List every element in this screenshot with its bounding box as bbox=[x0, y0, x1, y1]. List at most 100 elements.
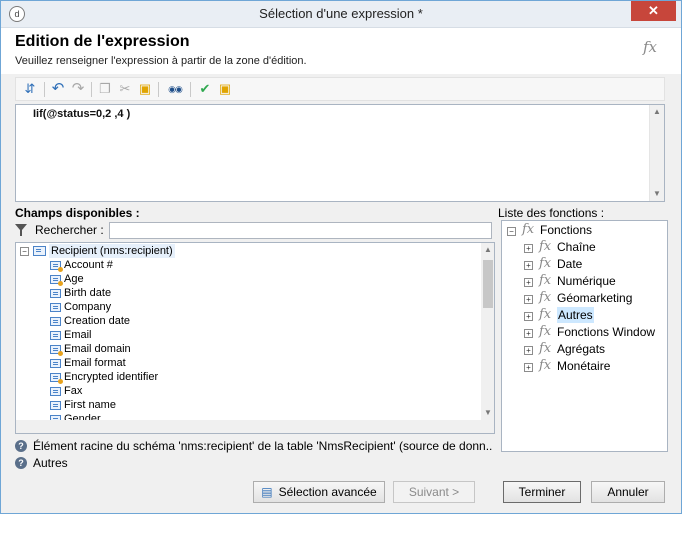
fx-icon: fx bbox=[522, 222, 535, 237]
fields-horizontal-scrollbar[interactable] bbox=[16, 420, 481, 433]
function-category[interactable]: Monétaire bbox=[557, 358, 610, 374]
tree-item[interactable]: First name bbox=[64, 398, 116, 412]
next-button[interactable]: Suivant > bbox=[393, 481, 475, 503]
paste-button[interactable]: ▣ bbox=[136, 80, 154, 98]
field-icon bbox=[50, 289, 61, 298]
tree-item[interactable]: Account # bbox=[64, 258, 113, 272]
header: Edition de l'expression Veuillez renseig… bbox=[1, 28, 681, 74]
expand-icon[interactable]: + bbox=[524, 244, 533, 253]
toolbar-separator bbox=[190, 82, 191, 97]
fx-icon: fx bbox=[539, 256, 552, 271]
fx-icon: fx bbox=[539, 307, 552, 322]
tree-item[interactable]: Age bbox=[64, 272, 84, 286]
close-button[interactable]: ✕ bbox=[631, 1, 676, 21]
function-category-selected[interactable]: Autres bbox=[557, 307, 594, 323]
scroll-thumb[interactable] bbox=[483, 260, 493, 308]
fx-icon: fx bbox=[539, 358, 552, 373]
tree-item[interactable]: Creation date bbox=[64, 314, 130, 328]
toolbar-separator bbox=[91, 82, 92, 97]
field-icon bbox=[50, 359, 61, 368]
key-icon bbox=[58, 351, 63, 356]
finish-button[interactable]: Terminer bbox=[503, 481, 581, 503]
function-category[interactable]: Agrégats bbox=[557, 341, 605, 357]
redo-button[interactable]: ↷ bbox=[69, 80, 87, 98]
help-icon: ? bbox=[15, 440, 27, 452]
function-category[interactable]: Chaîne bbox=[557, 239, 596, 255]
scroll-up-icon[interactable]: ▲ bbox=[650, 105, 664, 119]
tree-item[interactable]: Encrypted identifier bbox=[64, 370, 158, 384]
field-icon bbox=[50, 317, 61, 326]
field-icon bbox=[50, 331, 61, 340]
field-icon bbox=[50, 387, 61, 396]
undo-button[interactable]: ↶ bbox=[49, 80, 67, 98]
fields-label: Champs disponibles : bbox=[15, 206, 140, 220]
cut-button[interactable]: ✂ bbox=[116, 80, 134, 98]
tree-item[interactable]: Email format bbox=[64, 356, 126, 370]
editor-scrollbar[interactable]: ▲ ▼ bbox=[649, 105, 664, 201]
fields-vertical-scrollbar[interactable]: ▲ ▼ bbox=[481, 243, 494, 420]
page-title: Edition de l'expression bbox=[15, 33, 190, 50]
scroll-corner bbox=[481, 420, 494, 433]
fx-icon: fx bbox=[539, 324, 552, 339]
window-title: Sélection d'une expression * bbox=[259, 6, 423, 21]
expand-icon[interactable]: + bbox=[524, 329, 533, 338]
field-icon bbox=[50, 401, 61, 410]
collapse-icon[interactable]: − bbox=[507, 227, 516, 236]
fx-icon: fx bbox=[539, 341, 552, 356]
copy-button[interactable]: ❐ bbox=[96, 80, 114, 98]
dialog-window: d Sélection d'une expression * ✕ Edition… bbox=[0, 0, 682, 514]
fx-icon: fx bbox=[539, 239, 552, 254]
expand-icon[interactable]: + bbox=[524, 312, 533, 321]
functions-root[interactable]: Fonctions bbox=[540, 222, 592, 238]
tree-item[interactable]: Fax bbox=[64, 384, 82, 398]
page-subtitle: Veuillez renseigner l'expression à parti… bbox=[15, 55, 307, 67]
search-input[interactable] bbox=[109, 222, 492, 239]
function-category[interactable]: Fonctions Window bbox=[557, 324, 655, 340]
fx-icon: fx bbox=[539, 273, 552, 288]
paste-special-button[interactable]: ▣ bbox=[216, 80, 234, 98]
title-bar: d Sélection d'une expression * ✕ bbox=[1, 1, 681, 28]
collapse-icon[interactable]: − bbox=[20, 247, 29, 256]
fx-icon: fx bbox=[539, 290, 552, 305]
clipboard-icon: ▤ bbox=[261, 485, 273, 499]
field-icon bbox=[50, 303, 61, 312]
help-description: Élément racine du schéma 'nms:recipient'… bbox=[33, 439, 493, 453]
insert-field-button[interactable]: ⇵ bbox=[21, 80, 39, 98]
scroll-up-icon[interactable]: ▲ bbox=[481, 243, 494, 257]
toolbar: ⇵ ↶ ↷ ❐ ✂ ▣ ◉◉ ✔ ▣ bbox=[15, 77, 665, 101]
key-icon bbox=[58, 281, 63, 286]
tree-item[interactable]: Birth date bbox=[64, 286, 111, 300]
expression-text[interactable]: Iif(@status=0,2 ,4 ) bbox=[33, 108, 130, 120]
fields-tree[interactable]: − Recipient (nms:recipient) Account # Ag… bbox=[15, 242, 495, 434]
function-category[interactable]: Géomarketing bbox=[557, 290, 632, 306]
expression-editor[interactable]: Iif(@status=0,2 ,4 ) ▲ ▼ bbox=[15, 104, 665, 202]
table-icon bbox=[33, 246, 46, 256]
toolbar-separator bbox=[158, 82, 159, 97]
search-label: Rechercher : bbox=[35, 223, 104, 237]
help-category: Autres bbox=[33, 456, 68, 470]
validate-button[interactable]: ✔ bbox=[196, 80, 214, 98]
expand-icon[interactable]: + bbox=[524, 261, 533, 270]
tree-item[interactable]: Email bbox=[64, 328, 92, 342]
find-button[interactable]: ◉◉ bbox=[164, 80, 186, 98]
toolbar-separator bbox=[44, 82, 45, 97]
expand-icon[interactable]: + bbox=[524, 295, 533, 304]
expand-icon[interactable]: + bbox=[524, 363, 533, 372]
functions-tree[interactable]: − fx Fonctions + fx Chaîne + fx Date + f… bbox=[501, 220, 668, 452]
function-category[interactable]: Date bbox=[557, 256, 582, 272]
fx-icon: fx bbox=[642, 38, 657, 56]
function-category[interactable]: Numérique bbox=[557, 273, 616, 289]
filter-icon bbox=[15, 224, 27, 236]
advanced-selection-label: Sélection avancée bbox=[278, 485, 377, 499]
tree-item[interactable]: Company bbox=[64, 300, 111, 314]
expand-icon[interactable]: + bbox=[524, 346, 533, 355]
advanced-selection-button[interactable]: ▤ Sélection avancée bbox=[253, 481, 385, 503]
cancel-button[interactable]: Annuler bbox=[591, 481, 665, 503]
scroll-down-icon[interactable]: ▼ bbox=[481, 406, 494, 420]
scroll-down-icon[interactable]: ▼ bbox=[650, 187, 664, 201]
tree-root-recipient[interactable]: Recipient (nms:recipient) bbox=[49, 244, 175, 258]
key-icon bbox=[58, 267, 63, 272]
tree-item[interactable]: Email domain bbox=[64, 342, 131, 356]
key-icon bbox=[58, 379, 63, 384]
expand-icon[interactable]: + bbox=[524, 278, 533, 287]
